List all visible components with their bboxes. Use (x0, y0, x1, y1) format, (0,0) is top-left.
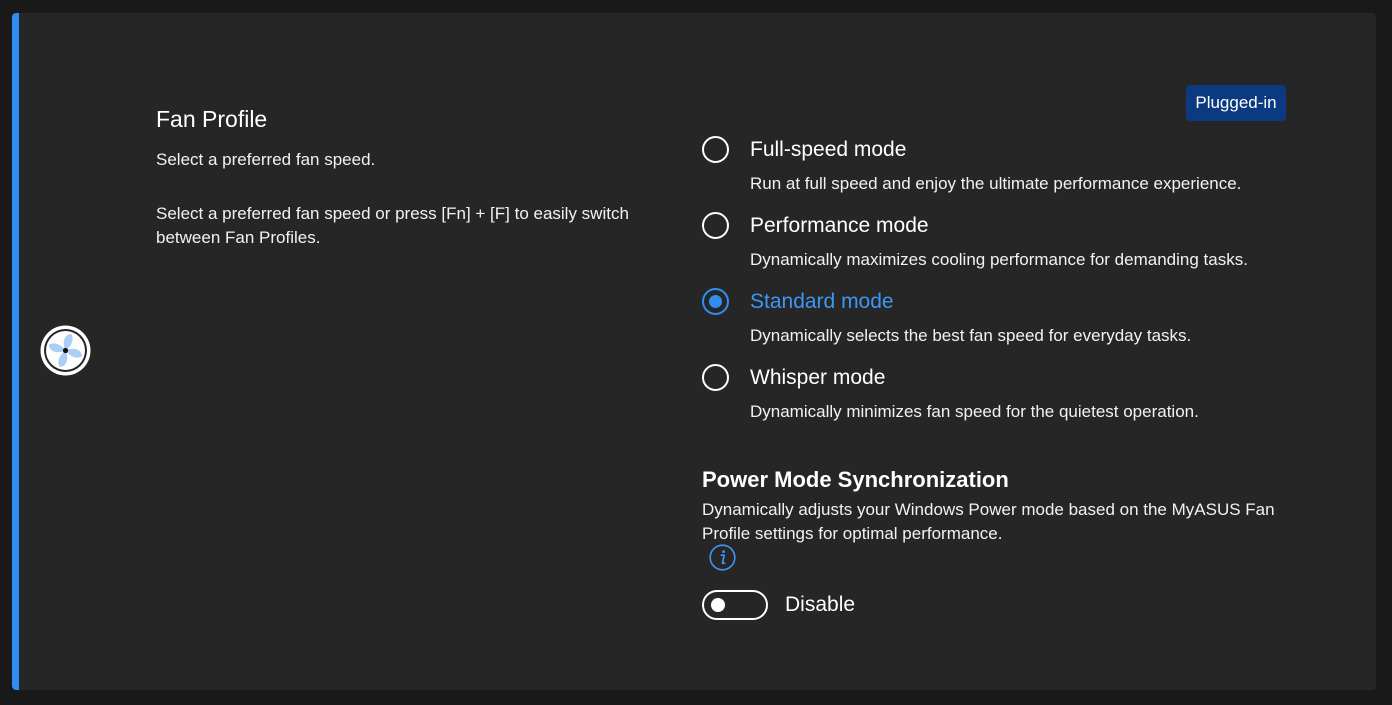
accent-bar (12, 13, 19, 690)
power-sync-toggle-label: Disable (785, 593, 856, 616)
mode-option-whisper[interactable]: Whisper mode Dynamically minimizes fan s… (702, 363, 1342, 439)
fan-mode-radio-group: Full-speed mode Run at full speed and en… (702, 135, 1342, 439)
radio-performance[interactable] (702, 212, 729, 239)
mode-option-standard[interactable]: Standard mode Dynamically selects the be… (702, 287, 1342, 363)
mode-desc-whisper: Dynamically minimizes fan speed for the … (750, 402, 1199, 421)
power-sync-toggle[interactable] (702, 590, 768, 620)
radio-standard[interactable] (702, 288, 729, 315)
mode-label-full-speed[interactable]: Full-speed mode (750, 137, 906, 163)
power-sync-title: Power Mode Synchronization (702, 467, 1009, 492)
mode-label-whisper[interactable]: Whisper mode (750, 365, 885, 391)
radio-whisper[interactable] (702, 364, 729, 391)
mode-label-performance[interactable]: Performance mode (750, 213, 929, 239)
power-sync-toggle-row: Disable (702, 588, 1002, 620)
fan-profile-title: Fan Profile (156, 106, 268, 132)
fan-profile-hint: Select a preferred fan speed or press [F… (156, 204, 629, 247)
fan-profile-card: Fan Profile Select a preferred fan speed… (12, 13, 1376, 690)
fan-profile-subtitle: Select a preferred fan speed. (156, 150, 376, 169)
mode-desc-standard: Dynamically selects the best fan speed f… (750, 326, 1192, 345)
mode-desc-performance: Dynamically maximizes cooling performanc… (750, 250, 1248, 269)
info-icon[interactable] (709, 544, 736, 571)
fan-icon (39, 324, 92, 377)
power-sync-description: Dynamically adjusts your Windows Power m… (702, 500, 1275, 543)
fan-profile-intro: Fan Profile Select a preferred fan speed… (156, 105, 676, 250)
mode-option-performance[interactable]: Performance mode Dynamically maximizes c… (702, 211, 1342, 287)
power-source-badge: Plugged-in (1186, 85, 1286, 121)
mode-label-standard[interactable]: Standard mode (750, 289, 894, 315)
radio-full-speed[interactable] (702, 136, 729, 163)
mode-option-full-speed[interactable]: Full-speed mode Run at full speed and en… (702, 135, 1342, 211)
power-mode-sync-section: Power Mode Synchronization Dynamically a… (702, 466, 1322, 620)
mode-desc-full-speed: Run at full speed and enjoy the ultimate… (750, 174, 1242, 193)
toggle-knob (711, 598, 725, 612)
